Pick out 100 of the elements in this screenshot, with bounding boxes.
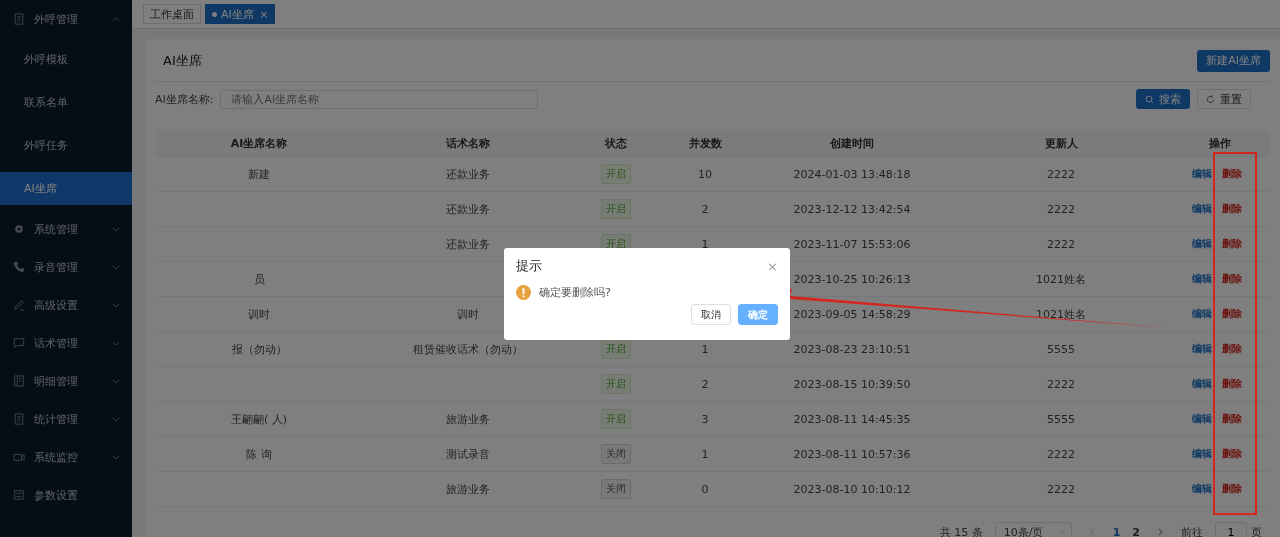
page-number[interactable]: 1 <box>1112 525 1121 537</box>
action-link[interactable]: 编辑 <box>1192 272 1212 286</box>
table-cell: 2023-08-11 10:57:36 <box>793 447 911 461</box>
menu-item[interactable]: 参数设置 <box>0 476 132 514</box>
menu-item[interactable]: 统计管理 <box>0 400 132 438</box>
submenu-item[interactable]: 联系名单 <box>0 81 132 124</box>
action-link[interactable]: 删除 <box>1222 167 1242 181</box>
table-cell: 5555 <box>1047 342 1075 356</box>
confirm-button[interactable]: 确定 <box>738 304 778 325</box>
menu-item[interactable]: 系统监控 <box>0 438 132 476</box>
menu-item[interactable]: 明细管理 <box>0 362 132 400</box>
action-link[interactable]: 编辑 <box>1192 377 1212 391</box>
action-link[interactable]: 删除 <box>1222 272 1242 286</box>
column-header: 并发数 <box>687 135 723 151</box>
menu-icon <box>13 299 25 311</box>
search-button[interactable]: 搜索 <box>1136 89 1190 109</box>
dialog-title: 提示 <box>516 257 542 275</box>
page-number[interactable]: 2 <box>1132 525 1140 537</box>
new-button[interactable]: 新建AI坐席 <box>1197 49 1270 72</box>
table-cell: 1 <box>701 237 709 251</box>
table-cell: 还款业务 <box>446 236 490 252</box>
status-tag: 开启 <box>601 339 631 359</box>
action-link[interactable]: 删除 <box>1222 342 1242 356</box>
menu-item[interactable]: 录音管理 <box>0 248 132 286</box>
table-cell: 还款业务 <box>446 201 490 217</box>
column-header: AI坐席名称 <box>229 135 289 151</box>
table-cell: 2023-08-15 10:39:50 <box>793 377 911 391</box>
menu-item[interactable]: 系统管理 <box>0 210 132 248</box>
page-tab[interactable]: 工作桌面 <box>143 4 201 24</box>
table-cell: 还款业务 <box>446 166 490 182</box>
table-cell: 2024-01-03 13:48:18 <box>793 167 911 181</box>
menu-icon <box>13 489 25 501</box>
total-count: 共 15 条 <box>939 524 983 537</box>
reset-button[interactable]: 重置 <box>1197 89 1251 109</box>
action-link[interactable]: 编辑 <box>1192 167 1212 181</box>
action-link[interactable]: 编辑 <box>1192 342 1212 356</box>
name-input[interactable]: 请输入AI坐席名称 <box>220 89 539 109</box>
menu-icon <box>13 13 25 25</box>
table-cell: 2023-12-12 13:42:54 <box>793 202 911 216</box>
table-cell: 训时 <box>457 306 479 322</box>
action-link[interactable]: 编辑 <box>1192 447 1212 461</box>
table-cell: 0 <box>701 482 709 496</box>
action-link[interactable]: 删除 <box>1222 447 1242 461</box>
submenu-item[interactable]: AI坐席 <box>0 172 132 205</box>
menu-icon <box>13 337 25 349</box>
status-tag: 关闭 <box>601 444 631 464</box>
action-link[interactable]: 删除 <box>1222 377 1242 391</box>
action-link[interactable]: 编辑 <box>1192 482 1212 496</box>
table-cell: 员 <box>253 271 265 287</box>
action-link[interactable]: 编辑 <box>1192 237 1212 251</box>
action-link[interactable]: 删除 <box>1222 412 1242 426</box>
page-tab[interactable]: AI坐席 × <box>205 4 276 24</box>
menu-icon <box>13 413 25 425</box>
menu-item[interactable]: 外呼管理 <box>0 0 132 38</box>
menu-item[interactable]: 话术管理 <box>0 324 132 362</box>
table-cell: 测试录音 <box>446 446 490 462</box>
column-header: 操作 <box>1207 135 1232 151</box>
menu-icon <box>13 451 25 463</box>
table-cell: 2222 <box>1047 237 1075 251</box>
status-tag: 关闭 <box>601 479 631 499</box>
action-link[interactable]: 删除 <box>1222 237 1242 251</box>
refresh-icon <box>1206 94 1215 104</box>
page-input[interactable]: 1 <box>1215 522 1247 537</box>
table-cell: 1 <box>701 447 709 461</box>
table-cell: 旅游业务 <box>446 411 490 427</box>
action-link[interactable]: 删除 <box>1222 202 1242 216</box>
action-link[interactable]: 编辑 <box>1192 412 1212 426</box>
table-cell: 陈 询 <box>246 446 272 462</box>
action-link[interactable]: 删除 <box>1222 482 1242 496</box>
table-cell: 2023-08-11 14:45:35 <box>793 412 911 426</box>
field-label: AI坐席名称: <box>155 91 214 107</box>
table-cell: 1021姓名 <box>1036 271 1086 287</box>
table-cell: 2222 <box>1047 482 1075 496</box>
cancel-button[interactable]: 取消 <box>691 304 731 325</box>
goto-label: 前往 <box>1181 524 1203 537</box>
action-link[interactable]: 删除 <box>1222 307 1242 321</box>
table-cell: 1 <box>701 342 709 356</box>
action-link[interactable]: 编辑 <box>1192 307 1212 321</box>
close-button[interactable]: × <box>767 258 778 274</box>
table-cell: 新建 <box>248 166 270 182</box>
status-tag: 开启 <box>601 164 631 184</box>
table-cell: 训时 <box>248 306 270 322</box>
status-tag: 开启 <box>601 409 631 429</box>
submenu-item[interactable]: 外呼模板 <box>0 38 132 81</box>
page-size-select[interactable]: 10条/页 <box>994 522 1072 537</box>
column-header: 话术名称 <box>445 135 491 151</box>
next-page-icon[interactable] <box>1158 528 1163 536</box>
menu-item[interactable]: 高级设置 <box>0 286 132 324</box>
submenu-item[interactable]: 外呼任务 <box>0 124 132 167</box>
table-cell: 旅游业务 <box>446 481 490 497</box>
action-link[interactable]: 编辑 <box>1192 202 1212 216</box>
table-cell: 2023-11-07 15:53:06 <box>793 237 911 251</box>
table-cell: 3 <box>701 412 709 426</box>
column-header: 状态 <box>603 135 628 151</box>
table-cell: 2 <box>701 377 709 391</box>
dialog-message: 确定要删除吗? <box>539 285 611 300</box>
table-cell: 2222 <box>1047 377 1075 391</box>
table-cell: 2023-08-23 23:10:51 <box>793 342 911 356</box>
column-header: 更新人 <box>1043 135 1079 151</box>
menu-icon <box>13 261 25 273</box>
